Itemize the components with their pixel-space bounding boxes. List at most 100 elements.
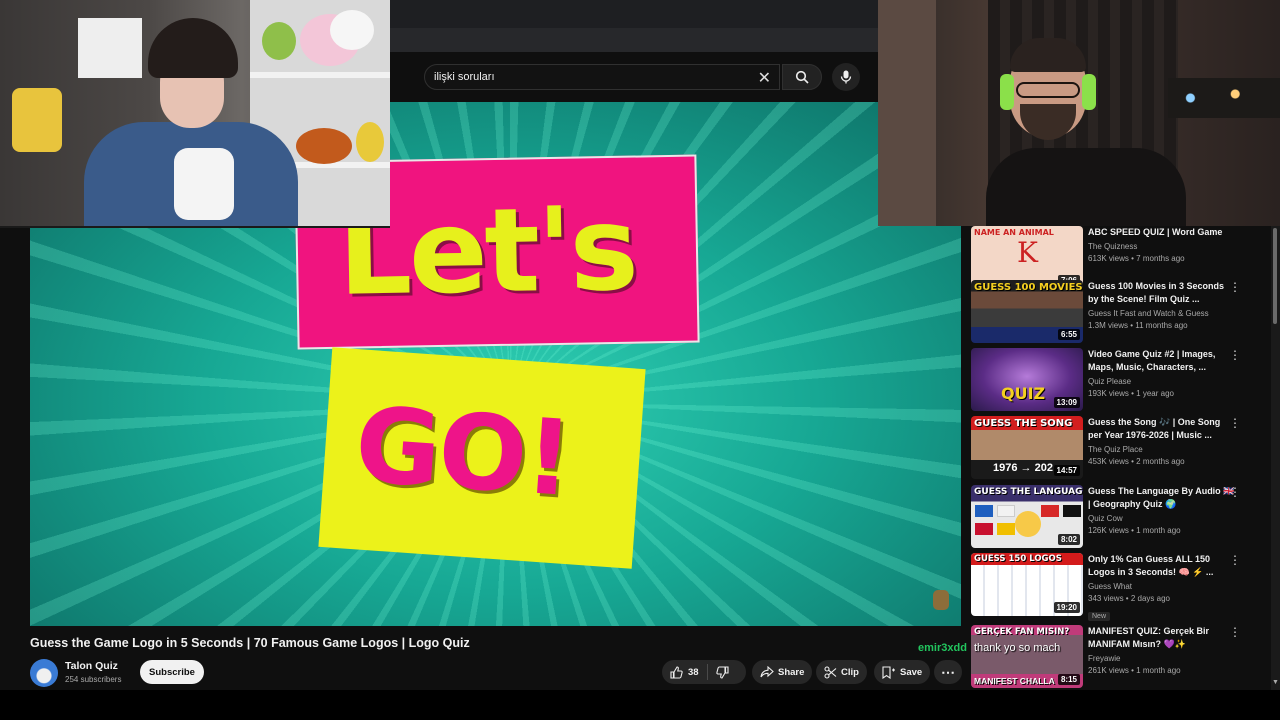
save-label: Save bbox=[900, 666, 923, 678]
video-title[interactable]: MANIFEST QUIZ: Gerçek Bir MANIFAM Mısın?… bbox=[1088, 625, 1236, 651]
flag-icon bbox=[997, 505, 1015, 517]
channel-name[interactable]: Freyawie bbox=[1088, 653, 1236, 664]
share-button[interactable]: Share bbox=[752, 660, 813, 684]
thumbnail-text: GERÇEK FAN MISIN? bbox=[974, 627, 1070, 637]
plush-toy bbox=[330, 10, 374, 50]
streamer-right bbox=[986, 38, 1186, 226]
voice-search-button[interactable] bbox=[832, 63, 860, 91]
channel-name[interactable]: Quiz Please bbox=[1088, 376, 1236, 387]
more-actions-button[interactable]: ⋯ bbox=[934, 660, 962, 684]
video-frame-text-go: GO! bbox=[351, 383, 575, 521]
video-title: Guess the Game Logo in 5 Seconds | 70 Fa… bbox=[30, 636, 470, 650]
share-label: Share bbox=[778, 666, 805, 678]
dislike-button[interactable] bbox=[715, 665, 729, 679]
subscriber-count: 254 subscribers bbox=[65, 675, 122, 684]
webcam-right bbox=[878, 0, 1280, 226]
video-stats: 453K views • 2 months ago bbox=[1088, 457, 1185, 466]
video-stats: 193K views • 1 year ago bbox=[1088, 389, 1174, 398]
flag-icon bbox=[1063, 505, 1081, 517]
channel-name[interactable]: Talon Quiz bbox=[65, 660, 118, 672]
subscribe-button[interactable]: Subscribe bbox=[140, 660, 204, 684]
go-sign: GO! bbox=[318, 347, 646, 569]
save-button[interactable]: Save bbox=[874, 660, 931, 684]
mic-icon bbox=[840, 70, 852, 84]
flag-icon bbox=[975, 523, 993, 535]
more-vertical-icon[interactable]: ⋮ bbox=[1229, 280, 1241, 296]
search-query-text[interactable]: ilişki soruları bbox=[434, 71, 495, 83]
flag-icon bbox=[1041, 505, 1059, 517]
thumbnail-text: GUESS 100 MOVIES bbox=[974, 282, 1083, 293]
video-thumbnail[interactable]: GUESS THE SONG 1976 → 202 14:57 bbox=[971, 416, 1083, 479]
video-thumbnail[interactable]: GERÇEK FAN MISIN? MANIFEST CHALLA 8:15 bbox=[971, 625, 1083, 688]
thumbnail-text: GUESS THE LANGUAGE bbox=[974, 487, 1083, 497]
screen-bottom-bar bbox=[0, 690, 1280, 720]
plush-toy bbox=[296, 128, 352, 164]
search-button[interactable] bbox=[782, 64, 822, 90]
streamer-left-hair bbox=[148, 18, 238, 78]
glasses bbox=[1016, 82, 1080, 98]
streamer-right-hair bbox=[1010, 38, 1086, 72]
clip-button[interactable]: Clip bbox=[816, 660, 867, 684]
video-duration: 6:55 bbox=[1057, 329, 1080, 340]
video-thumbnail[interactable]: QUIZ 13:09 bbox=[971, 348, 1083, 411]
streamer-right-beard bbox=[1020, 104, 1076, 140]
chat-message: thank yo so mach bbox=[974, 642, 1061, 654]
video-thumbnail[interactable]: GUESS 150 LOGOS 19:20 bbox=[971, 553, 1083, 616]
thinking-emoji-icon bbox=[1015, 511, 1041, 537]
recommendation-item[interactable]: GUESS 150 LOGOS 19:20 Only 1% Can Guess … bbox=[971, 553, 1271, 621]
scroll-down-arrow-icon[interactable]: ▼ bbox=[1271, 679, 1280, 686]
channel-name[interactable]: Quiz Cow bbox=[1088, 513, 1236, 524]
video-title[interactable]: Guess the Song 🎶 | One Song per Year 197… bbox=[1088, 416, 1236, 442]
close-icon[interactable]: ✕ bbox=[758, 68, 771, 88]
channel-name[interactable]: Guess What bbox=[1088, 581, 1236, 592]
more-vertical-icon[interactable]: ⋮ bbox=[1229, 553, 1241, 569]
search-icon bbox=[795, 70, 809, 84]
video-title[interactable]: Guess The Language By Audio 🇬🇧 | Geograp… bbox=[1088, 485, 1236, 511]
scissors-icon bbox=[824, 665, 837, 679]
bookmark-icon bbox=[882, 665, 895, 679]
channel-name[interactable]: Guess It Fast and Watch & Guess bbox=[1088, 308, 1236, 319]
video-duration: 8:02 bbox=[1057, 534, 1080, 545]
recommendation-item[interactable]: GERÇEK FAN MISIN? MANIFEST CHALLA 8:15 M… bbox=[971, 625, 1271, 689]
flag-icon bbox=[997, 523, 1015, 535]
thumbnail-years: 1976 → 202 bbox=[993, 462, 1053, 474]
like-separator bbox=[706, 664, 708, 680]
video-title[interactable]: Video Game Quiz #2 | Images, Maps, Music… bbox=[1088, 348, 1236, 374]
streamer-left bbox=[84, 18, 298, 226]
video-title[interactable]: Only 1% Can Guess ALL 150 Logos in 3 Sec… bbox=[1088, 553, 1236, 579]
streamer-right-body bbox=[986, 148, 1186, 226]
recommendation-item[interactable]: GUESS THE LANGUAGE 8:02 Guess The Langua… bbox=[971, 485, 1271, 549]
room-door bbox=[878, 0, 936, 226]
video-duration: 13:09 bbox=[1053, 397, 1080, 408]
more-vertical-icon[interactable]: ⋮ bbox=[1229, 625, 1241, 641]
recommendation-item[interactable]: QUIZ 13:09 Video Game Quiz #2 | Images, … bbox=[971, 348, 1271, 412]
search-input[interactable]: ilişki soruları ✕ bbox=[424, 64, 780, 90]
clip-label: Clip bbox=[841, 666, 859, 678]
video-stats: 261K views • 1 month ago bbox=[1088, 666, 1181, 675]
video-thumbnail[interactable]: GUESS 100 MOVIES 6:55 bbox=[971, 280, 1083, 343]
thumbnail-text: GUESS 150 LOGOS bbox=[974, 554, 1062, 564]
new-badge: New bbox=[1088, 612, 1111, 621]
flag-icon bbox=[975, 505, 993, 517]
player-channel-watermark[interactable] bbox=[933, 590, 949, 610]
recommendation-item[interactable]: GUESS THE SONG 1976 → 202 14:57 Guess th… bbox=[971, 416, 1271, 480]
thumbnail-text: GUESS THE SONG bbox=[974, 418, 1073, 429]
thumbnail-bottom-text: MANIFEST CHALLA bbox=[974, 676, 1055, 686]
scrollbar-thumb[interactable] bbox=[1273, 228, 1277, 324]
channel-name[interactable]: The Quizness bbox=[1088, 241, 1236, 252]
video-duration: 8:15 bbox=[1057, 674, 1080, 685]
thumbnail-letter: K bbox=[1017, 236, 1038, 269]
like-button[interactable]: 38 bbox=[670, 665, 699, 679]
more-vertical-icon[interactable]: ⋮ bbox=[1229, 485, 1241, 501]
more-vertical-icon[interactable]: ⋮ bbox=[1229, 416, 1241, 432]
more-vertical-icon[interactable]: ⋮ bbox=[1229, 348, 1241, 364]
headphones bbox=[1082, 74, 1096, 110]
video-title[interactable]: Guess 100 Movies in 3 Seconds by the Sce… bbox=[1088, 280, 1236, 306]
yellow-pillow bbox=[12, 88, 62, 152]
channel-name[interactable]: The Quiz Place bbox=[1088, 444, 1236, 455]
recommendation-item[interactable]: GUESS 100 MOVIES 6:55 Guess 100 Movies i… bbox=[971, 280, 1271, 344]
video-title[interactable]: ABC SPEED QUIZ | Word Game bbox=[1088, 226, 1236, 239]
video-thumbnail[interactable]: GUESS THE LANGUAGE 8:02 bbox=[971, 485, 1083, 548]
video-duration: 19:20 bbox=[1053, 602, 1080, 613]
channel-avatar[interactable] bbox=[30, 659, 58, 687]
